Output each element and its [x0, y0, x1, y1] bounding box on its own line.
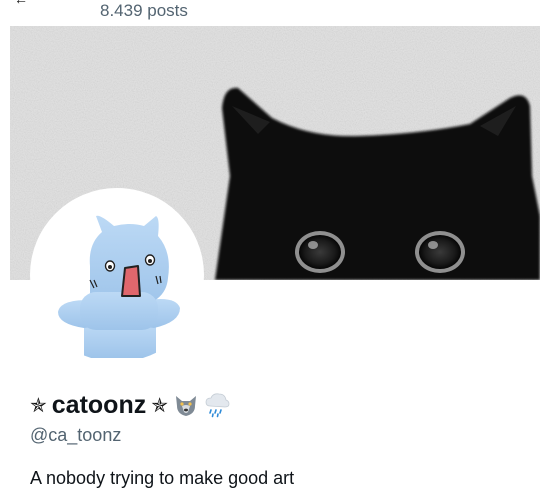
profile-handle: @ca_toonz	[30, 425, 122, 445]
display-name: catoonz	[51, 391, 147, 419]
pentagram-icon: ✯	[30, 393, 47, 417]
profile-bio: A nobody trying to make good art	[30, 468, 295, 488]
back-arrow-icon[interactable]: ←	[14, 0, 28, 6]
avatar-image	[58, 215, 180, 358]
profile-header-bar: ← 8.439 posts	[0, 0, 540, 26]
rain-cloud-emoji-icon	[204, 392, 230, 418]
post-count: 8.439 posts	[100, 1, 188, 20]
wolf-emoji-icon	[173, 392, 199, 418]
profile-avatar[interactable]	[30, 188, 204, 362]
pentagram-icon: ✯	[151, 393, 168, 417]
profile-page: ← 8.439 posts	[0, 0, 540, 490]
display-name-row: ✯ catoonz ✯	[30, 389, 230, 421]
